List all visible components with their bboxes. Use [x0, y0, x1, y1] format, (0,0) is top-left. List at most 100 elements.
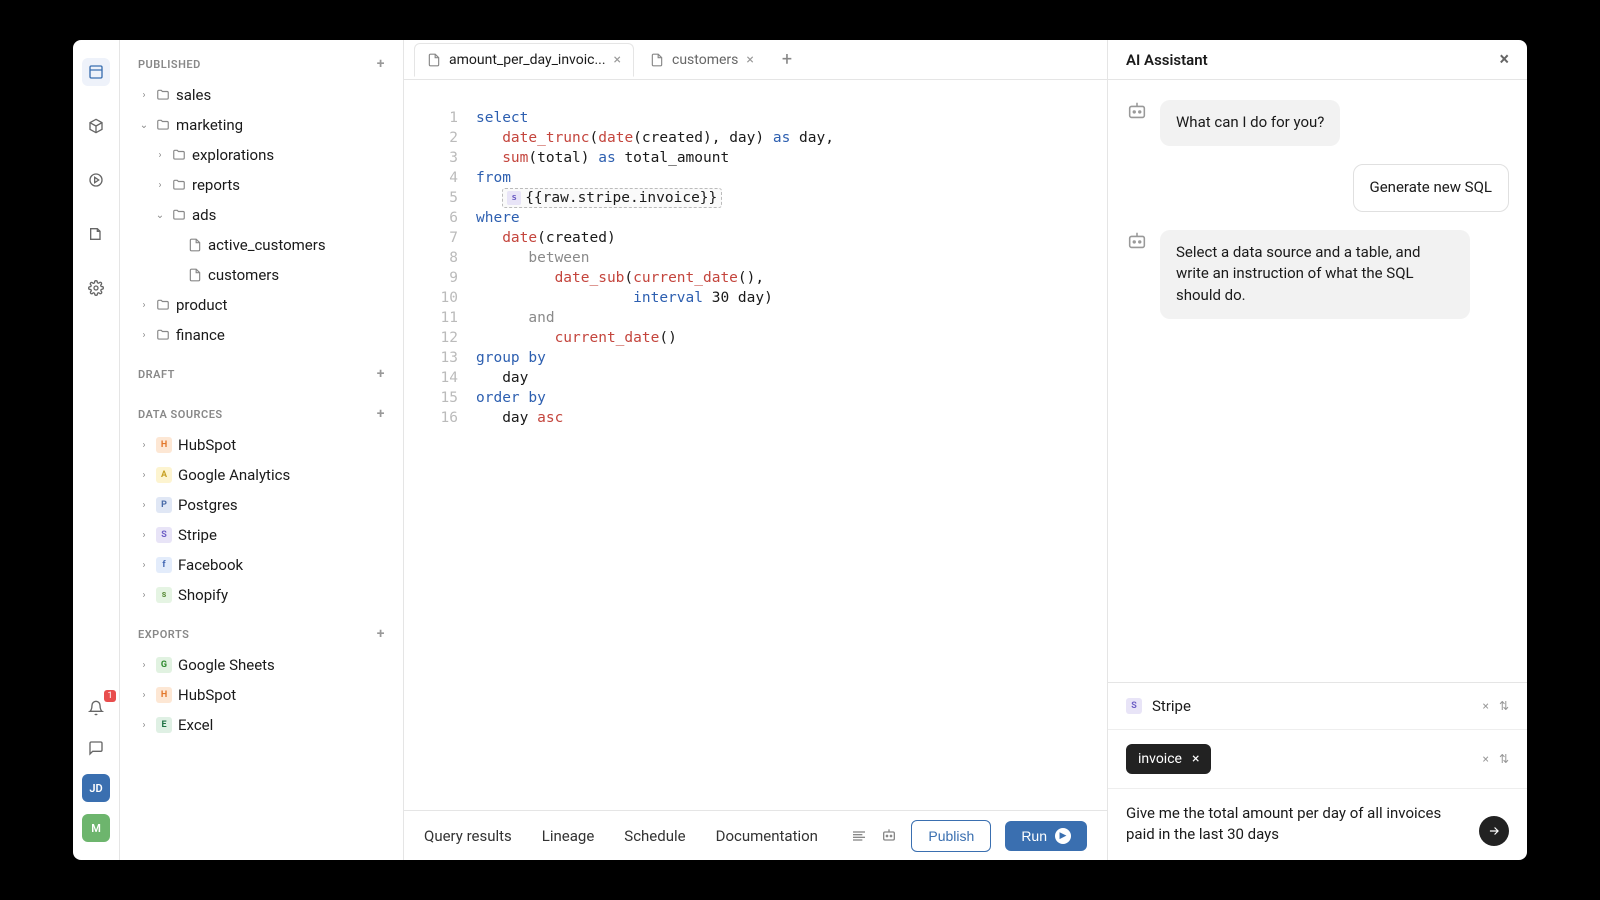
- publish-button[interactable]: Publish: [911, 820, 991, 852]
- section-datasources: DATA SOURCES +: [120, 390, 403, 430]
- tree-item-label: explorations: [192, 146, 274, 164]
- tree-item-marketing[interactable]: ⌄marketing: [120, 110, 403, 140]
- clear-table-icon[interactable]: ×: [1483, 752, 1489, 766]
- line-number: 8: [404, 248, 458, 268]
- datasource-facebook[interactable]: ›fFacebook: [120, 550, 403, 580]
- export-icon: H: [156, 687, 172, 703]
- line-number: 15: [404, 388, 458, 408]
- export-label: Excel: [178, 716, 213, 734]
- bot-icon: [1126, 230, 1148, 252]
- tree-item-customers[interactable]: customers: [120, 260, 403, 290]
- chat-row-bot: Select a data source and a table, and wr…: [1126, 230, 1509, 319]
- chat-icon[interactable]: [82, 734, 110, 762]
- line-number: 5: [404, 188, 458, 208]
- add-draft-icon[interactable]: +: [377, 366, 385, 382]
- avatar-m[interactable]: M: [82, 814, 110, 842]
- export-google-sheets[interactable]: ›GGoogle Sheets: [120, 650, 403, 680]
- tree-item-label: finance: [176, 326, 225, 344]
- notifications-icon[interactable]: [82, 694, 110, 722]
- chevron-updown-icon[interactable]: ⇅: [1499, 699, 1509, 713]
- datasource-hubspot[interactable]: ›HHubSpot: [120, 430, 403, 460]
- avatar-jd[interactable]: JD: [82, 774, 110, 802]
- editor-footer: Query results Lineage Schedule Documenta…: [404, 810, 1107, 860]
- chat-bubble: Generate new SQL: [1353, 164, 1509, 212]
- tree-item-active_customers[interactable]: active_customers: [120, 230, 403, 260]
- chat-row-bot: What can I do for you?: [1126, 100, 1509, 146]
- source-label: Stripe: [1152, 697, 1191, 715]
- chevron-icon: ›: [138, 90, 150, 101]
- run-button[interactable]: Run▶: [1005, 821, 1087, 851]
- datasource-icon: A: [156, 467, 172, 483]
- chat-bubble: Select a data source and a table, and wr…: [1160, 230, 1470, 319]
- prompt-input[interactable]: Give me the total amount per day of all …: [1126, 803, 1467, 847]
- format-icon[interactable]: [851, 828, 867, 844]
- chevron-updown-icon[interactable]: ⇅: [1499, 752, 1509, 766]
- close-assistant-icon[interactable]: ×: [1499, 49, 1509, 70]
- export-hubspot[interactable]: ›HHubSpot: [120, 680, 403, 710]
- footer-tab-schedule[interactable]: Schedule: [624, 827, 685, 845]
- app-root: JD M PUBLISHED + ›sales⌄marketing›explor…: [73, 40, 1527, 860]
- tree-item-finance[interactable]: ›finance: [120, 320, 403, 350]
- clear-source-icon[interactable]: ×: [1483, 699, 1489, 713]
- rail-settings-icon[interactable]: [82, 274, 110, 302]
- tree-item-explorations[interactable]: ›explorations: [120, 140, 403, 170]
- remove-chip-icon[interactable]: ×: [1192, 751, 1199, 767]
- close-icon[interactable]: ×: [746, 52, 753, 68]
- line-number: 9: [404, 268, 458, 288]
- chevron-icon: ›: [138, 530, 150, 541]
- datasource-stripe[interactable]: › S Stripe: [120, 520, 403, 550]
- datasource-google-analytics[interactable]: ›AGoogle Analytics: [120, 460, 403, 490]
- datasource-label: HubSpot: [178, 436, 236, 454]
- tab-label: customers: [672, 52, 738, 68]
- tree-item-label: sales: [176, 86, 211, 104]
- file-icon: [427, 53, 441, 67]
- code-editor[interactable]: 12345678910111213141516 select date_trun…: [404, 80, 1107, 810]
- assistant-icon[interactable]: [881, 828, 897, 844]
- nav-rail: JD M: [73, 40, 120, 860]
- add-tab-icon[interactable]: +: [770, 43, 804, 76]
- tree-item-label: marketing: [176, 116, 243, 134]
- tree-item-label: product: [176, 296, 227, 314]
- add-datasource-icon[interactable]: +: [377, 406, 385, 422]
- tree-item-ads[interactable]: ⌄ ads: [120, 200, 403, 230]
- tree-item-sales[interactable]: › sales: [120, 80, 403, 110]
- rail-cube-icon[interactable]: [82, 112, 110, 140]
- tab-customers[interactable]: customers ×: [638, 44, 766, 76]
- tree-item-product[interactable]: ›product: [120, 290, 403, 320]
- datasource-label: Postgres: [178, 496, 238, 514]
- datasource-postgres[interactable]: ›PPostgres: [120, 490, 403, 520]
- close-icon[interactable]: ×: [614, 52, 621, 68]
- rail-export-icon[interactable]: [82, 220, 110, 248]
- add-export-icon[interactable]: +: [377, 626, 385, 642]
- tab-label: amount_per_day_invoic...: [449, 52, 606, 68]
- tree-item-reports[interactable]: ›reports: [120, 170, 403, 200]
- export-icon: G: [156, 657, 172, 673]
- footer-tabs: Query results Lineage Schedule Documenta…: [424, 827, 818, 845]
- line-number: 2: [404, 128, 458, 148]
- footer-tab-results[interactable]: Query results: [424, 827, 512, 845]
- rail-play-icon[interactable]: [82, 166, 110, 194]
- footer-tab-docs[interactable]: Documentation: [716, 827, 818, 845]
- chevron-icon: ›: [138, 440, 150, 451]
- add-published-icon[interactable]: +: [377, 56, 385, 72]
- code-body: select date_trunc(date(created), day) as…: [476, 108, 1107, 782]
- datasource-icon: S: [156, 527, 172, 543]
- source-select-row[interactable]: S Stripe ×⇅: [1108, 683, 1527, 730]
- send-button[interactable]: [1479, 816, 1509, 846]
- rail-home-icon[interactable]: [82, 58, 110, 86]
- datasource-icon: s: [156, 587, 172, 603]
- section-exports-label: EXPORTS: [138, 628, 189, 641]
- tab-amount-per-day[interactable]: amount_per_day_invoic... ×: [414, 43, 634, 77]
- export-excel[interactable]: ›EExcel: [120, 710, 403, 740]
- chevron-icon: ›: [138, 660, 150, 671]
- datasource-shopify[interactable]: ›sShopify: [120, 580, 403, 610]
- footer-actions: Publish Run▶: [851, 820, 1087, 852]
- chevron-icon: ⌄: [154, 210, 166, 221]
- table-select-row[interactable]: invoice× ×⇅: [1108, 730, 1527, 789]
- tree-item-label: ads: [192, 206, 216, 224]
- footer-tab-lineage[interactable]: Lineage: [542, 827, 595, 845]
- play-icon: ▶: [1055, 828, 1071, 844]
- datasource-label: Stripe: [178, 526, 217, 544]
- tree-item-label: customers: [208, 266, 279, 284]
- section-exports: EXPORTS +: [120, 610, 403, 650]
